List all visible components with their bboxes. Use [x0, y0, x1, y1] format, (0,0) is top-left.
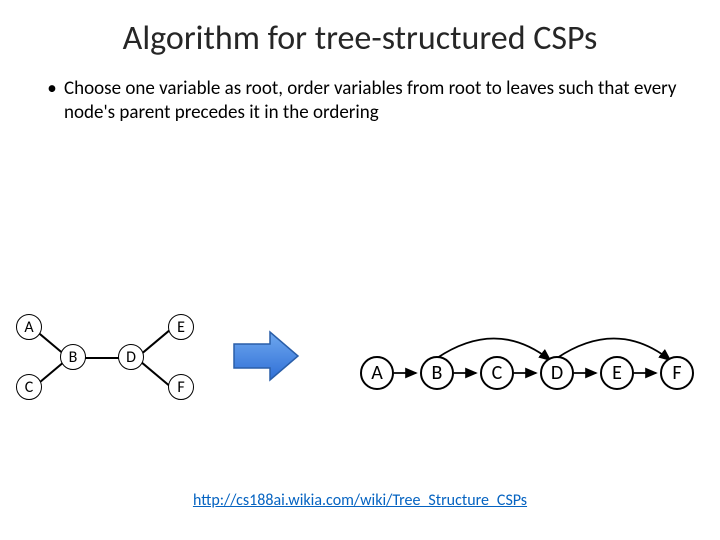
- node-label: D: [126, 348, 136, 367]
- node-label: D: [551, 361, 563, 385]
- edge-b-d: [82, 357, 122, 359]
- linear-node-b: B: [420, 356, 454, 390]
- node-label: E: [177, 318, 185, 337]
- node-label: E: [612, 361, 622, 385]
- tree-node-a: A: [16, 314, 42, 340]
- tree-node-b: B: [60, 344, 86, 370]
- linear-node-d: D: [540, 356, 574, 390]
- node-label: A: [24, 318, 33, 337]
- tree-node-c: C: [16, 374, 42, 400]
- node-label: C: [492, 361, 503, 385]
- node-label: C: [25, 378, 34, 397]
- arrow-icon: [232, 328, 302, 384]
- linear-ordering: A B C D E F: [340, 310, 710, 420]
- node-label: A: [371, 361, 383, 385]
- bullet-text: Choose one variable as root, order varia…: [64, 77, 680, 125]
- linear-node-f: F: [660, 356, 694, 390]
- tree-node-d: D: [118, 344, 144, 370]
- node-label: F: [177, 378, 184, 397]
- node-label: F: [672, 361, 681, 385]
- node-label: B: [69, 348, 78, 367]
- source-link[interactable]: http://cs188ai.wikia.com/wiki/Tree_Struc…: [193, 491, 527, 510]
- slide-title: Algorithm for tree-structured CSPs: [0, 0, 720, 69]
- bullet-list: • Choose one variable as root, order var…: [0, 69, 720, 125]
- linear-node-a: A: [360, 356, 394, 390]
- tree-node-e: E: [168, 314, 194, 340]
- tree-graph: A C B D E F: [10, 312, 210, 432]
- node-label: B: [432, 361, 443, 385]
- diagram-area: A C B D E F: [0, 300, 720, 470]
- linear-node-c: C: [480, 356, 514, 390]
- tree-node-f: F: [168, 374, 194, 400]
- ordering-arcs: [340, 310, 710, 420]
- bullet-item: • Choose one variable as root, order var…: [40, 77, 680, 125]
- edge-d-e: [140, 327, 173, 355]
- linear-node-e: E: [600, 356, 634, 390]
- bullet-dot: •: [40, 77, 64, 125]
- source-link-container: http://cs188ai.wikia.com/wiki/Tree_Struc…: [0, 491, 720, 510]
